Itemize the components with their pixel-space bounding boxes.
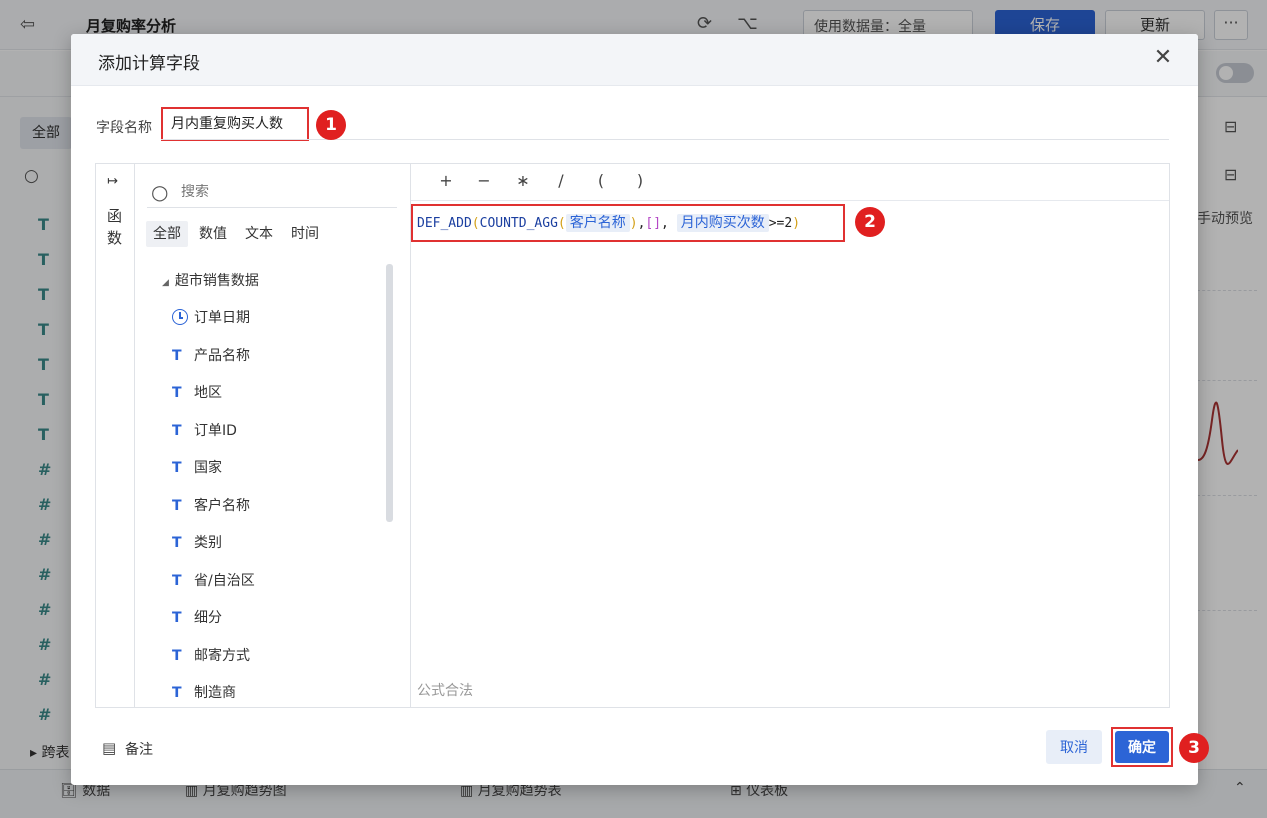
field-item[interactable]: T 邮寄方式 — [172, 645, 250, 667]
bracket-token: [] — [645, 216, 662, 231]
field-item[interactable]: T 地区 — [172, 382, 222, 404]
field-token[interactable]: 客户名称 — [565, 214, 630, 232]
field-item[interactable]: T 产品名称 — [172, 345, 250, 367]
ok-button[interactable]: 确定 — [1115, 731, 1169, 763]
op-right-paren-button[interactable]: ) — [630, 171, 650, 190]
dataset-label: 超市销售数据 — [174, 273, 259, 289]
field-item[interactable]: T 制造商 — [172, 682, 236, 704]
text-type-icon: T — [172, 385, 182, 401]
field-item-label: 订单ID — [194, 423, 237, 439]
field-item[interactable]: T 省/自治区 — [172, 570, 255, 592]
field-item[interactable]: T 订单ID — [172, 420, 237, 442]
op-minus-button[interactable]: − — [474, 171, 494, 190]
search-icon: ○ — [151, 180, 169, 204]
field-item-label: 订单日期 — [194, 310, 250, 326]
paren-token: ( — [471, 216, 480, 231]
field-panel: ○ 全部 数值 文本 时间 ◢ 超市销售数据 订单日期 T 产品名称 T 地区 T 订单… — [135, 164, 411, 707]
step-badge-2: 2 — [855, 207, 885, 237]
paren-token: ) — [629, 216, 638, 231]
tab-text[interactable]: 文本 — [240, 221, 278, 247]
expand-arrow-icon[interactable]: ↦ — [107, 174, 118, 189]
text-type-icon: T — [172, 498, 182, 514]
function-label: 函数 — [107, 207, 123, 247]
field-item-label: 产品名称 — [194, 348, 250, 364]
formula-highlight: DEF_ADD(COUNTD_AGG(客户名称),[], 月内购买次数 >=2) — [411, 204, 845, 242]
paren-token: ( — [557, 216, 566, 231]
step-badge-1: 1 — [316, 110, 346, 140]
text-type-icon: T — [172, 348, 182, 364]
field-item[interactable]: T 细分 — [172, 607, 222, 629]
operator-bar: + − ∗ / ( ) — [411, 164, 1169, 201]
close-icon[interactable]: ✕ — [1152, 46, 1174, 70]
ok-button-highlight: 确定 — [1111, 727, 1173, 767]
field-item-label: 客户名称 — [194, 498, 250, 514]
comparison-token: >=2 — [768, 216, 793, 231]
text-type-icon: T — [172, 685, 182, 701]
text-type-icon: T — [172, 648, 182, 664]
dialog-title: 添加计算字段 — [98, 54, 200, 74]
text-type-icon: T — [172, 423, 182, 439]
clock-icon — [172, 309, 188, 325]
cancel-button[interactable]: 取消 — [1046, 730, 1102, 764]
formula-code-area[interactable]: + − ∗ / ( ) DEF_ADD(COUNTD_AGG(客户名称),[],… — [411, 164, 1169, 707]
tab-all[interactable]: 全部 — [146, 221, 188, 247]
field-item-label: 类别 — [194, 535, 222, 551]
field-item-label: 省/自治区 — [194, 573, 255, 589]
function-token: DEF_ADD — [417, 216, 472, 231]
field-search-input[interactable] — [181, 184, 381, 200]
dataset-node[interactable]: ◢ 超市销售数据 — [162, 270, 259, 290]
op-multiply-button[interactable]: ∗ — [513, 171, 533, 190]
field-list-scrollbar[interactable] — [386, 264, 393, 522]
op-plus-button[interactable]: + — [436, 171, 456, 190]
field-token[interactable]: 月内购买次数 — [676, 214, 769, 232]
text-type-icon: T — [172, 573, 182, 589]
text-type-icon: T — [172, 535, 182, 551]
field-name-label: 字段名称 — [96, 120, 152, 136]
field-name-underline — [161, 139, 1169, 140]
tab-number[interactable]: 数值 — [194, 221, 232, 247]
formula-editor: ↦ 函数 ○ 全部 数值 文本 时间 ◢超市销售数据 订单日期 T产品名称 T地… — [95, 163, 1170, 708]
field-name-input[interactable]: 月内重复购买人数 — [161, 107, 309, 141]
text-type-icon: T — [172, 610, 182, 626]
op-left-paren-button[interactable]: ( — [591, 171, 611, 190]
field-item[interactable]: T 客户名称 — [172, 495, 250, 517]
note-icon[interactable]: ▤ — [102, 739, 116, 757]
note-label[interactable]: 备注 — [125, 739, 153, 759]
tab-time[interactable]: 时间 — [286, 221, 324, 247]
add-calc-field-dialog: 添加计算字段 ✕ 字段名称 月内重复购买人数 1 ↦ 函数 ○ 全部 数值 文本… — [71, 34, 1198, 785]
function-token: COUNTD_AGG — [479, 216, 558, 231]
step-badge-3: 3 — [1179, 733, 1209, 763]
field-item-label: 制造商 — [194, 685, 236, 701]
field-item-label: 国家 — [194, 460, 222, 476]
field-item-label: 地区 — [194, 385, 222, 401]
field-item-label: 邮寄方式 — [194, 648, 250, 664]
dialog-header: 添加计算字段 ✕ — [71, 34, 1198, 86]
field-item[interactable]: T 国家 — [172, 457, 222, 479]
field-item[interactable]: 订单日期 — [172, 307, 250, 329]
collapse-triangle-icon: ◢ — [162, 278, 169, 288]
field-item[interactable]: T 类别 — [172, 532, 222, 554]
field-item-label: 细分 — [194, 610, 222, 626]
op-divide-button[interactable]: / — [551, 171, 571, 190]
function-panel-toggle[interactable]: ↦ 函数 — [96, 164, 135, 707]
formula-text[interactable]: DEF_ADD(COUNTD_AGG(客户名称),[], 月内购买次数 >=2) — [417, 212, 800, 232]
field-search[interactable]: ○ — [147, 180, 397, 208]
text-type-icon: T — [172, 460, 182, 476]
paren-token: ) — [792, 216, 801, 231]
comma-token: , — [661, 216, 677, 231]
formula-status: 公式合法 — [417, 683, 473, 699]
